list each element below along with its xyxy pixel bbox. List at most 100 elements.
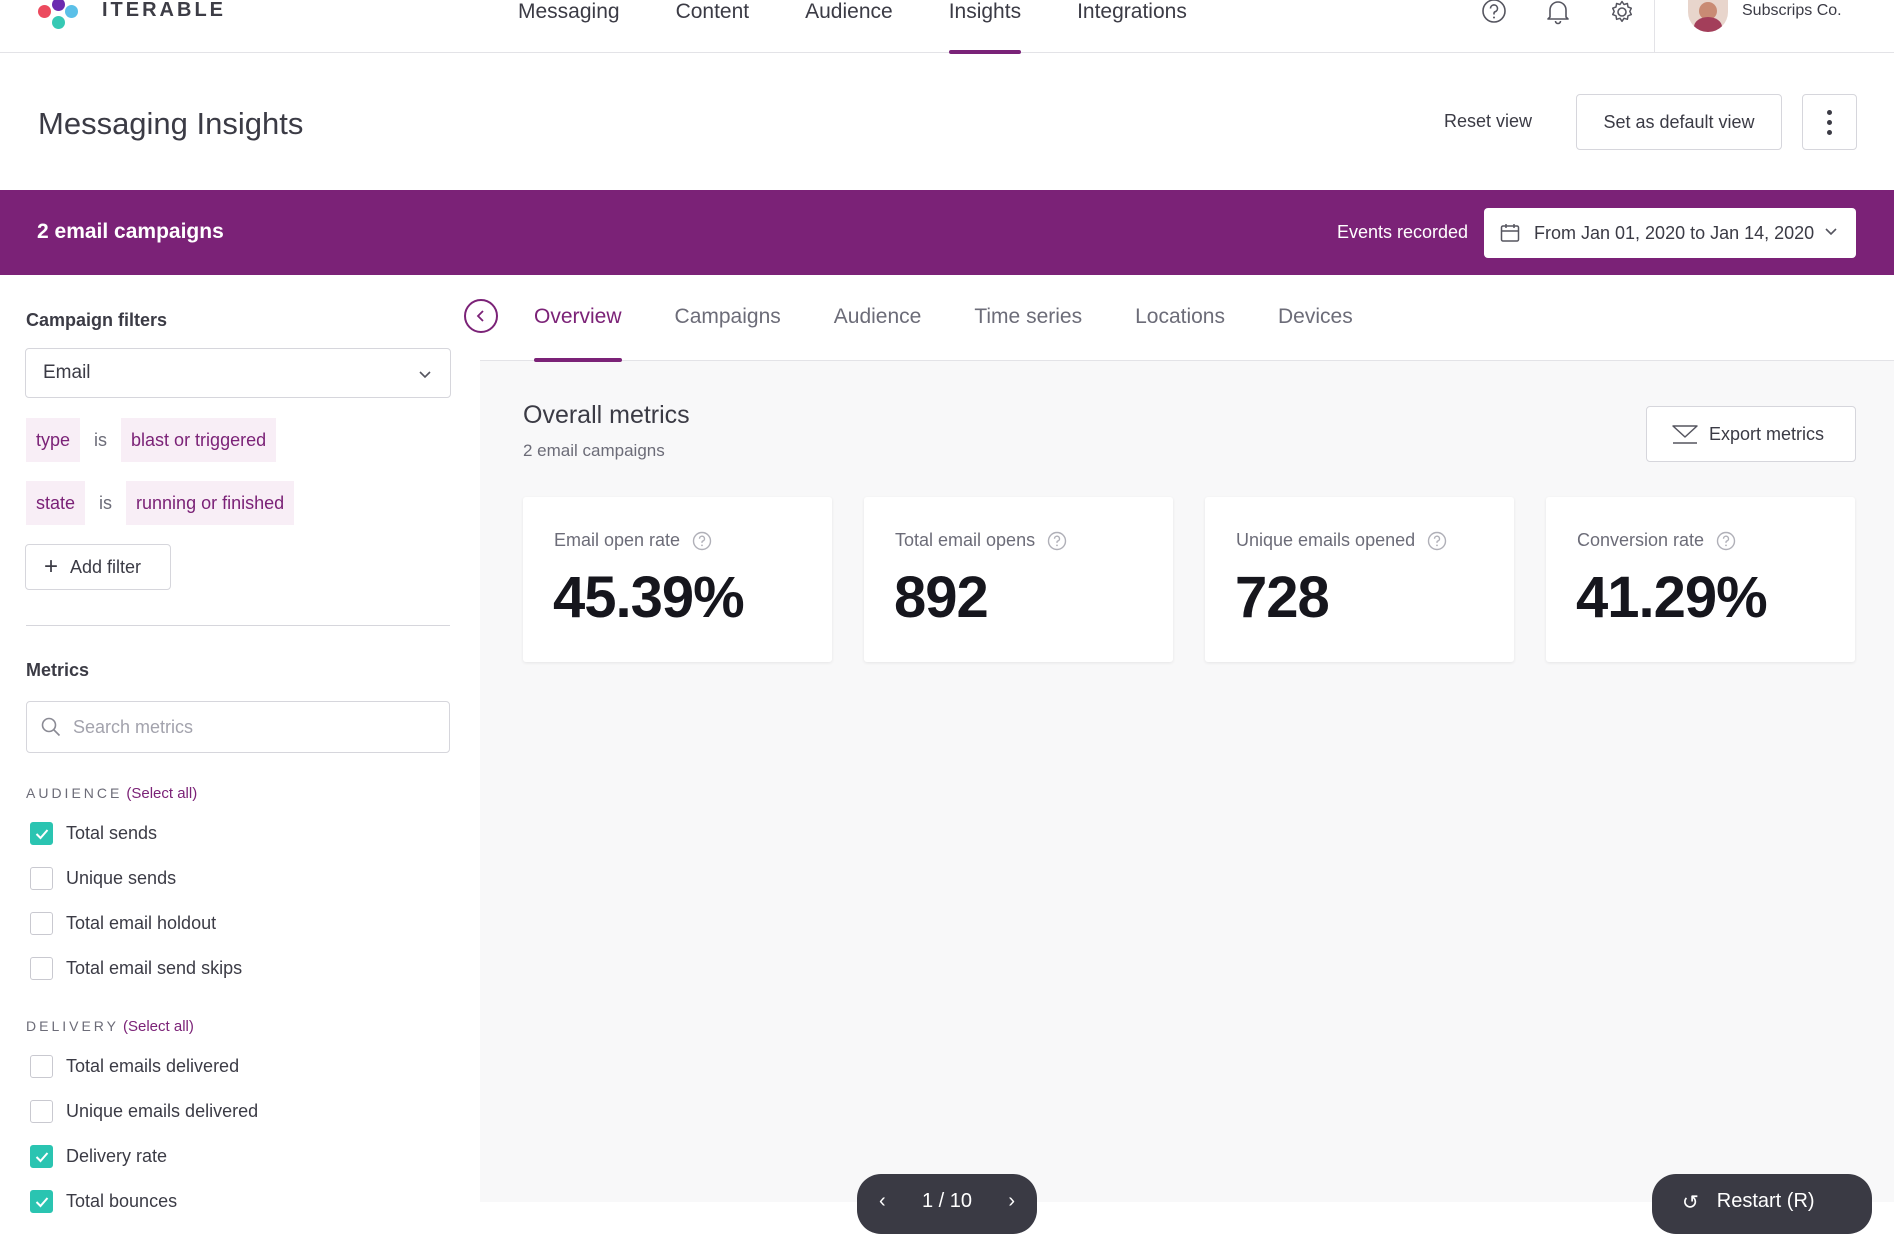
plus-icon: + [44, 553, 59, 580]
metric-card-label: Total email opens [895, 530, 1036, 550]
nav-icons [1462, 0, 1654, 28]
metric-checkbox-unique-sends[interactable]: Unique sends [30, 867, 176, 890]
add-filter-label: Add filter [70, 556, 142, 577]
chevron-down-icon [419, 371, 431, 379]
section-subtitle: 2 email campaigns [523, 441, 665, 460]
tab-locations[interactable]: Locations [1135, 305, 1225, 361]
gear-icon[interactable] [1590, 0, 1654, 28]
main-nav: Messaging Content Audience Insights Inte… [518, 0, 1243, 54]
metric-card-unique-emails-opened: Unique emails opened 728 [1205, 497, 1514, 662]
filters-sidebar: Campaign filters Email type is blast or … [0, 275, 480, 1213]
metric-checkbox-total-sends[interactable]: Total sends [30, 822, 157, 845]
tab-campaigns[interactable]: Campaigns [675, 305, 781, 361]
metric-card-value: 45.39% [553, 565, 745, 630]
restart-button[interactable]: ↺ Restart (R) [1652, 1174, 1872, 1234]
tab-devices[interactable]: Devices [1278, 305, 1353, 361]
metric-card-label: Email open rate [554, 530, 681, 550]
tab-audience[interactable]: Audience [834, 305, 922, 361]
more-options-button[interactable] [1802, 94, 1857, 150]
checkbox-unchecked[interactable] [30, 1100, 53, 1123]
delivery-group-label: DELIVERY (Select all) [26, 1018, 194, 1035]
metric-card-total-email-opens: Total email opens 892 [864, 497, 1173, 662]
metric-checkbox-unique-emails-delivered[interactable]: Unique emails delivered [30, 1100, 258, 1123]
nav-item-insights[interactable]: Insights [948, 0, 1022, 54]
add-filter-button[interactable]: + Add filter [25, 544, 171, 590]
search-metrics-field[interactable] [26, 701, 450, 753]
filter-value[interactable]: blast or triggered [121, 418, 277, 462]
insights-tabs-bar: Overview Campaigns Audience Time series … [480, 275, 1894, 362]
metric-label: Total emails delivered [66, 1056, 240, 1076]
help-icon[interactable] [1047, 531, 1067, 551]
metric-label: Unique emails delivered [66, 1101, 259, 1121]
help-icon[interactable] [1462, 0, 1526, 28]
checkbox-unchecked[interactable] [30, 1055, 53, 1078]
banner-title: 2 email campaigns [37, 220, 224, 243]
filter-operator: is [94, 429, 108, 450]
filter-type-row[interactable]: type is blast or triggered [26, 418, 277, 462]
date-range-picker[interactable]: From Jan 01, 2020 to Jan 14, 2020 [1484, 208, 1856, 258]
metric-label: Total email holdout [66, 913, 217, 933]
chevron-down-icon [1825, 228, 1837, 236]
more-vertical-icon [1827, 109, 1832, 115]
check-icon [35, 828, 48, 839]
reset-view-button[interactable]: Reset view [1444, 111, 1532, 132]
select-all-audience-link[interactable]: (Select all) [126, 785, 197, 802]
checkbox-unchecked[interactable] [30, 912, 53, 935]
insights-tabs: Overview Campaigns Audience Time series … [534, 305, 1406, 362]
metric-label: Delivery rate [66, 1146, 168, 1166]
metric-checkbox-total-emails-delivered[interactable]: Total emails delivered [30, 1055, 239, 1078]
page-title: Messaging Insights [38, 106, 304, 141]
help-icon[interactable] [692, 531, 712, 551]
nav-item-integrations[interactable]: Integrations [1077, 0, 1187, 53]
metric-checkbox-total-email-send-skips[interactable]: Total email send skips [30, 957, 242, 980]
logo-text: ITERABLE [102, 0, 226, 21]
iterable-logo[interactable]: ITERABLE [36, 0, 226, 36]
account-name: Subscrips Co. [1742, 2, 1842, 19]
restart-icon: ↺ [1682, 1192, 1699, 1214]
channel-select-value: Email [43, 362, 91, 383]
channel-select[interactable]: Email [25, 348, 451, 398]
export-icon [1672, 425, 1698, 444]
select-all-delivery-link[interactable]: (Select all) [123, 1018, 194, 1035]
tab-overview[interactable]: Overview [534, 305, 622, 362]
filter-field[interactable]: type [26, 418, 81, 462]
metric-card-value: 892 [894, 565, 989, 630]
metric-card-label: Conversion rate [1577, 530, 1705, 550]
campaign-banner: 2 email campaigns Events recorded From J… [0, 190, 1894, 275]
slide-pager: ‹ 1 / 10 › [857, 1174, 1037, 1234]
account-menu[interactable]: Subscrips Co. [1688, 0, 1842, 32]
set-default-view-button[interactable]: Set as default view [1576, 94, 1782, 150]
filter-value[interactable]: running or finished [126, 481, 295, 525]
nav-item-messaging[interactable]: Messaging [518, 0, 620, 53]
metric-card-email-open-rate: Email open rate 45.39% [523, 497, 832, 662]
checkbox-checked[interactable] [30, 822, 53, 845]
tab-time-series[interactable]: Time series [974, 305, 1082, 361]
metric-checkbox-delivery-rate[interactable]: Delivery rate [30, 1145, 167, 1168]
insights-main: Overview Campaigns Audience Time series … [464, 275, 1894, 1202]
metric-card-conversion-rate: Conversion rate 41.29% [1546, 497, 1855, 662]
checkbox-unchecked[interactable] [30, 957, 53, 980]
search-metrics-input[interactable] [73, 716, 433, 738]
bell-icon[interactable] [1526, 0, 1590, 28]
nav-item-audience[interactable]: Audience [805, 0, 893, 53]
nav-item-content[interactable]: Content [676, 0, 750, 53]
help-icon[interactable] [1427, 531, 1447, 551]
campaign-filters-heading: Campaign filters [26, 310, 168, 330]
checkbox-unchecked[interactable] [30, 867, 53, 890]
filter-state-row[interactable]: state is running or finished [26, 481, 295, 525]
collapse-sidebar-button[interactable] [464, 299, 498, 333]
events-recorded-label: Events recorded [1337, 222, 1469, 242]
metric-card-label: Unique emails opened [1236, 530, 1416, 550]
metric-card-value: 41.29% [1576, 565, 1768, 630]
help-icon[interactable] [1716, 531, 1736, 551]
top-nav: ITERABLE Messaging Content Audience Insi… [0, 0, 1894, 54]
divider [26, 625, 450, 626]
filter-field[interactable]: state [26, 481, 86, 525]
export-metrics-label: Export metrics [1709, 423, 1825, 444]
export-metrics-button[interactable]: Export metrics [1646, 406, 1856, 462]
date-range-text: From Jan 01, 2020 to Jan 14, 2020 [1534, 222, 1815, 243]
metric-checkbox-total-email-holdout[interactable]: Total email holdout [30, 912, 216, 935]
checkbox-checked[interactable] [30, 1145, 53, 1168]
avatar [1688, 0, 1728, 32]
section-title: Overall metrics [523, 401, 690, 429]
